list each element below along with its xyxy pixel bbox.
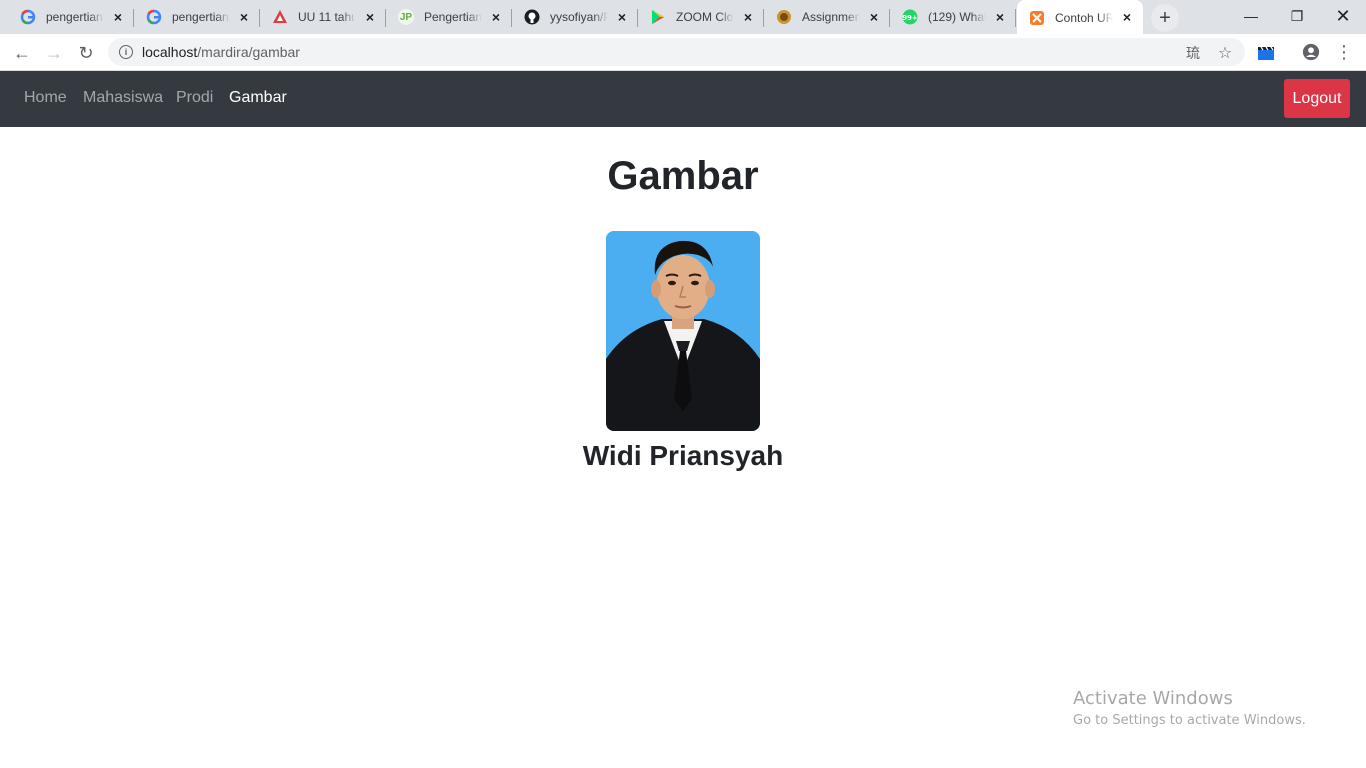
- profile-icon[interactable]: [1302, 43, 1320, 61]
- close-window-icon[interactable]: ✕: [1320, 0, 1366, 32]
- profile-photo: [606, 231, 760, 431]
- back-icon[interactable]: ←: [8, 39, 36, 67]
- translate-icon[interactable]: 琉: [1184, 44, 1202, 62]
- tab-close-icon[interactable]: ×: [362, 9, 378, 25]
- browser-tab[interactable]: pengertian ×: [8, 0, 134, 34]
- browser-tab[interactable]: Assignment ×: [764, 0, 890, 34]
- browser-tab[interactable]: pengertian ×: [134, 0, 260, 34]
- url-host: localhost: [142, 44, 198, 60]
- browser-tab[interactable]: UU 11 tahun ×: [260, 0, 386, 34]
- url-path: /mardira/gambar: [197, 44, 300, 60]
- browser-tab[interactable]: 99+ (129) Whats ×: [890, 0, 1016, 34]
- nav-link-prodi[interactable]: Prodi: [176, 89, 213, 107]
- tab-title: Assignment: [802, 10, 860, 24]
- tab-close-icon[interactable]: ×: [866, 9, 882, 25]
- site-navbar: Home Mahasiswa Prodi Gambar Logout: [0, 71, 1366, 127]
- browser-tab-strip: pengertian × pengertian × UU 11 tahun × …: [0, 0, 1366, 36]
- minimize-icon[interactable]: —: [1228, 0, 1274, 32]
- pdf-icon: [272, 9, 288, 25]
- xampp-icon: [1029, 10, 1045, 26]
- browser-tab[interactable]: ZOOM Cloud ×: [638, 0, 764, 34]
- url-text: localhost/mardira/gambar: [142, 44, 300, 60]
- site-info-icon[interactable]: i: [119, 45, 133, 59]
- tab-title: UU 11 tahun: [298, 10, 356, 24]
- person-name: Widi Priansyah: [582, 440, 784, 471]
- play-store-icon: [650, 9, 666, 25]
- campus-icon: [776, 9, 792, 25]
- watermark-title: Activate Windows: [1073, 688, 1233, 709]
- reload-icon[interactable]: ↻: [72, 39, 100, 67]
- logout-button[interactable]: Logout: [1284, 79, 1350, 118]
- tab-close-icon[interactable]: ×: [614, 9, 630, 25]
- address-bar[interactable]: i localhost/mardira/gambar 琉 ☆: [108, 38, 1245, 66]
- tab-close-icon[interactable]: ×: [992, 9, 1008, 25]
- nav-link-home[interactable]: Home: [24, 89, 67, 107]
- nav-link-gambar[interactable]: Gambar: [229, 89, 287, 107]
- restore-icon[interactable]: ❐: [1274, 0, 1320, 32]
- tab-close-icon[interactable]: ×: [488, 9, 504, 25]
- watermark-subtitle: Go to Settings to activate Windows.: [1073, 713, 1306, 728]
- page-title: Gambar: [607, 154, 759, 198]
- browser-tab[interactable]: JP Pengertian ×: [386, 0, 512, 34]
- browser-tab-active[interactable]: Contoh URI ×: [1017, 0, 1143, 36]
- tab-title: pengertian: [46, 10, 103, 24]
- tab-close-icon[interactable]: ×: [740, 9, 756, 25]
- google-icon: [20, 9, 36, 25]
- forward-icon[interactable]: →: [40, 39, 68, 67]
- browser-toolbar: ← → ↻ i localhost/mardira/gambar 琉 ☆ ⋮: [0, 34, 1366, 71]
- google-icon: [146, 9, 162, 25]
- tab-title: yysofiyan/P: [550, 10, 608, 24]
- nav-link-mahasiswa[interactable]: Mahasiswa: [83, 89, 163, 107]
- svg-text:99+: 99+: [902, 14, 918, 22]
- jp-icon: JP: [398, 9, 414, 25]
- tab-title: pengertian: [172, 10, 229, 24]
- new-tab-button[interactable]: +: [1151, 4, 1179, 32]
- extension-clapper-icon[interactable]: [1257, 44, 1275, 62]
- tab-title: ZOOM Cloud: [676, 10, 734, 24]
- windows-activation-watermark: Activate Windows Go to Settings to activ…: [1073, 688, 1306, 728]
- bookmark-star-icon[interactable]: ☆: [1216, 44, 1234, 62]
- tab-title: Pengertian: [424, 10, 482, 24]
- tab-close-icon[interactable]: ×: [1119, 9, 1135, 25]
- tab-close-icon[interactable]: ×: [110, 9, 126, 25]
- github-icon: [524, 9, 540, 25]
- browser-tab[interactable]: yysofiyan/P ×: [512, 0, 638, 34]
- tab-close-icon[interactable]: ×: [236, 9, 252, 25]
- tab-title: (129) Whats: [928, 10, 986, 24]
- whatsapp-icon: 99+: [902, 9, 918, 25]
- menu-kebab-icon[interactable]: ⋮: [1335, 42, 1353, 62]
- tab-title: Contoh URI: [1055, 11, 1113, 25]
